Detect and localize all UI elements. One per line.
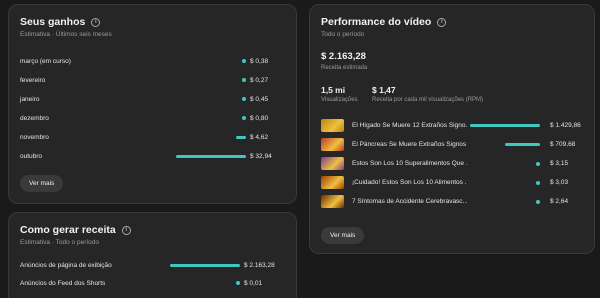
video-row-value: $ 1.429,86	[550, 122, 581, 129]
rpm-label: Receita por cada mil visualizações (RPM)	[372, 97, 484, 103]
revenue-row-label: Anúncios do Feed dos Shorts	[20, 279, 106, 287]
performance-title-wrap: Performance do vídeo i	[321, 16, 447, 28]
value-bar	[170, 263, 240, 267]
info-icon[interactable]: i	[437, 17, 447, 27]
revenue-row-value: $ 2.163,28	[244, 261, 275, 269]
video-row-track	[470, 124, 540, 127]
earnings-title: Seus ganhos	[20, 16, 86, 28]
revenue-card: Como gerar receita i Estimativa · Todo o…	[8, 212, 297, 298]
earnings-row-value: $ 0,27	[250, 76, 269, 84]
revenue-row-track	[170, 281, 240, 285]
earnings-row-value: $ 4,62	[250, 133, 269, 141]
video-row[interactable]: 7 Síntomas de Accidente Cerebravasc... $…	[321, 195, 586, 208]
video-row-value: $ 3,03	[550, 179, 569, 186]
video-row[interactable]: ¡Cuidado! Estos Son Los 10 Alimentos ...…	[321, 176, 586, 189]
info-icon[interactable]: i	[91, 17, 101, 27]
revenue-row-value: $ 0,01	[244, 279, 263, 287]
value-bar	[236, 135, 246, 139]
earnings-row-value: $ 32,94	[250, 152, 272, 160]
value-bar	[176, 154, 246, 158]
value-dot	[242, 97, 246, 101]
revenue-row: Anúncios de página de exibição $ 2.163,2…	[20, 259, 288, 271]
video-row-value: $ 2,64	[550, 198, 569, 205]
video-row-track	[470, 143, 540, 146]
earnings-row-label: outubro	[20, 152, 43, 160]
video-row-track	[470, 199, 540, 204]
earnings-row: dezembro $ 0,80	[20, 112, 288, 124]
value-dot	[236, 281, 240, 285]
earnings-row-track	[176, 116, 246, 120]
value-dot	[536, 199, 540, 204]
earnings-row: março (em curso) $ 0,38	[20, 55, 288, 67]
earnings-title-wrap: Seus ganhos i	[20, 16, 101, 28]
video-row-track	[470, 161, 540, 166]
revenue-subtitle: Estimativa · Todo o período	[20, 239, 100, 246]
earnings-row-value: $ 0,45	[250, 95, 269, 103]
video-row-track	[470, 180, 540, 185]
performance-see-more-button[interactable]: Ver mais	[321, 227, 365, 244]
performance-title: Performance do vídeo	[321, 16, 432, 28]
video-row[interactable]: El Hígado Se Muere 12 Extraños Signo... …	[321, 119, 586, 132]
video-title[interactable]: 7 Síntomas de Accidente Cerebravasc...	[352, 198, 467, 205]
earnings-row-value: $ 0,80	[250, 114, 269, 122]
earnings-row: novembro $ 4,62	[20, 131, 288, 143]
earnings-see-more-button[interactable]: Ver mais	[20, 175, 64, 192]
video-title[interactable]: Estos Son Los 10 Superalimentos Que ...	[352, 160, 467, 167]
value-dot	[536, 161, 540, 166]
video-performance-card: Performance do vídeo i Todo o período $ …	[309, 4, 595, 254]
earnings-row-label: novembro	[20, 133, 49, 141]
earnings-row-track	[176, 78, 246, 82]
video-row-value: $ 709,68	[550, 141, 576, 148]
video-row[interactable]: El Páncreas Se Muere Extraños Signos ...…	[321, 138, 586, 151]
earnings-row-track	[176, 135, 246, 139]
earnings-row: fevereiro $ 0,27	[20, 74, 288, 86]
earnings-row-track	[176, 59, 246, 63]
video-row-value: $ 3,15	[550, 160, 569, 167]
earnings-row-label: março (em curso)	[20, 57, 71, 65]
earnings-row-track	[176, 97, 246, 101]
video-thumbnail[interactable]	[321, 176, 344, 189]
earnings-row: janeiro $ 0,45	[20, 93, 288, 105]
video-title[interactable]: El Hígado Se Muere 12 Extraños Signo...	[352, 122, 467, 129]
earnings-card: Seus ganhos i Estimativa · Últimos seis …	[8, 4, 297, 204]
video-thumbnail[interactable]	[321, 195, 344, 208]
video-thumbnail[interactable]	[321, 119, 344, 132]
video-thumbnail[interactable]	[321, 138, 344, 151]
estimated-revenue-value: $ 2.163,28	[321, 51, 366, 62]
estimated-revenue-label: Receita estimada	[321, 65, 368, 71]
video-title[interactable]: ¡Cuidado! Estos Son Los 10 Alimentos ...	[352, 179, 467, 186]
info-icon[interactable]: i	[121, 225, 131, 235]
earnings-row-label: janeiro	[20, 95, 40, 103]
views-label: Visualizações	[321, 97, 358, 103]
views-value: 1,5 mi	[321, 85, 346, 95]
revenue-row: Anúncios do Feed dos Shorts $ 0,01	[20, 277, 288, 289]
rpm-value: $ 1,47	[372, 85, 396, 95]
earnings-row: outubro $ 32,94	[20, 150, 288, 162]
value-dot	[536, 180, 540, 185]
revenue-title: Como gerar receita	[20, 224, 116, 236]
video-row[interactable]: Estos Son Los 10 Superalimentos Que ... …	[321, 157, 586, 170]
value-bar	[470, 124, 540, 127]
value-dot	[242, 59, 246, 63]
earnings-row-label: fevereiro	[20, 76, 46, 84]
earnings-subtitle: Estimativa · Últimos seis meses	[20, 31, 112, 38]
earnings-row-value: $ 0,38	[250, 57, 269, 65]
revenue-title-wrap: Como gerar receita i	[20, 224, 131, 236]
earnings-row-label: dezembro	[20, 114, 49, 122]
revenue-row-track	[170, 263, 240, 267]
revenue-row-label: Anúncios de página de exibição	[20, 261, 112, 269]
performance-subtitle: Todo o período	[321, 31, 365, 38]
value-bar	[505, 143, 540, 146]
video-thumbnail[interactable]	[321, 157, 344, 170]
video-title[interactable]: El Páncreas Se Muere Extraños Signos ...	[352, 141, 467, 148]
value-dot	[242, 78, 246, 82]
earnings-row-track	[176, 154, 246, 158]
value-dot	[242, 116, 246, 120]
